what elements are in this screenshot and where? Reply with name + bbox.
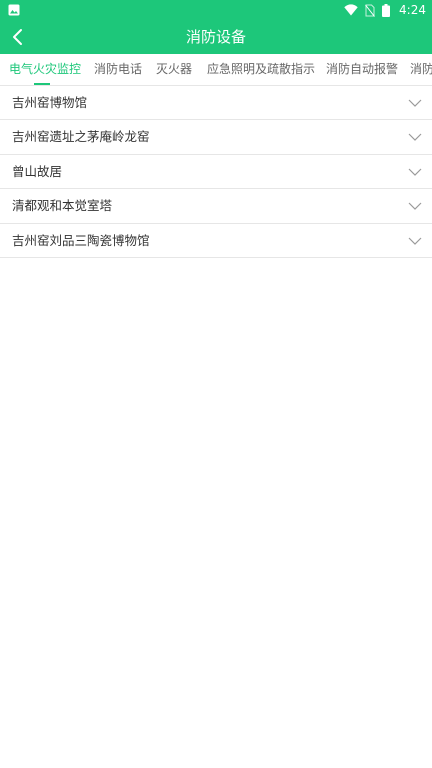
- title-bar: 消防设备: [0, 20, 432, 54]
- tab-fire-extinguisher[interactable]: 灭火器: [156, 54, 192, 85]
- list-item[interactable]: 吉州窑遗址之茅庵岭龙窑: [0, 120, 432, 155]
- active-tab-indicator: [34, 83, 50, 85]
- page-title: 消防设备: [185, 28, 246, 46]
- list-item[interactable]: 清都观和本觉室塔: [0, 189, 432, 224]
- list-item-label: 吉州窑遗址之茅庵岭龙窑: [12, 129, 150, 145]
- chevron-left-icon: [13, 29, 22, 45]
- wifi-icon: [344, 4, 358, 16]
- list-item[interactable]: 吉州窑刘品三陶瓷博物馆: [0, 224, 432, 258]
- chevron-down-icon: [408, 133, 422, 142]
- chevron-down-icon: [408, 99, 422, 107]
- tab-strip[interactable]: 电气火灾监控 消防电话 灭火器 应急照明及疏散指示 消防自动报警 消防: [0, 54, 432, 86]
- chevron-down-icon: [408, 237, 422, 245]
- tab-electrical-fire-monitoring[interactable]: 电气火灾监控: [9, 54, 81, 85]
- no-sim-icon: [365, 4, 375, 17]
- list-item[interactable]: 曾山故居: [0, 155, 432, 190]
- site-list: 吉州窑博物馆 吉州窑遗址之茅庵岭龙窑 曾山故居 清都观和本觉室塔 吉州窑刘品三陶…: [0, 86, 432, 258]
- tab-auto-fire-alarm[interactable]: 消防自动报警: [326, 54, 398, 85]
- tab-fire-telephone[interactable]: 消防电话: [94, 54, 142, 85]
- list-item-label: 吉州窑博物馆: [12, 95, 88, 110]
- list-item-label: 吉州窑刘品三陶瓷博物馆: [12, 232, 150, 248]
- back-button[interactable]: [6, 24, 30, 50]
- image-notification-icon: [8, 4, 20, 16]
- chevron-down-icon: [408, 168, 422, 176]
- list-item-label: 清都观和本觉室塔: [12, 198, 113, 214]
- tab-emergency-lighting[interactable]: 应急照明及疏散指示: [207, 54, 315, 85]
- status-time: 4:24: [399, 3, 426, 17]
- list-item[interactable]: 吉州窑博物馆: [0, 86, 432, 121]
- app-screen: 4:24 消防设备 电气火灾监控 消防电话 灭火器 应急照明及疏散指示 消防自动…: [0, 0, 432, 768]
- tab-fire-more[interactable]: 消防: [410, 54, 432, 85]
- chevron-down-icon: [408, 202, 422, 211]
- battery-icon: [382, 3, 391, 17]
- status-bar: 4:24: [0, 0, 432, 20]
- list-item-label: 曾山故居: [12, 163, 63, 179]
